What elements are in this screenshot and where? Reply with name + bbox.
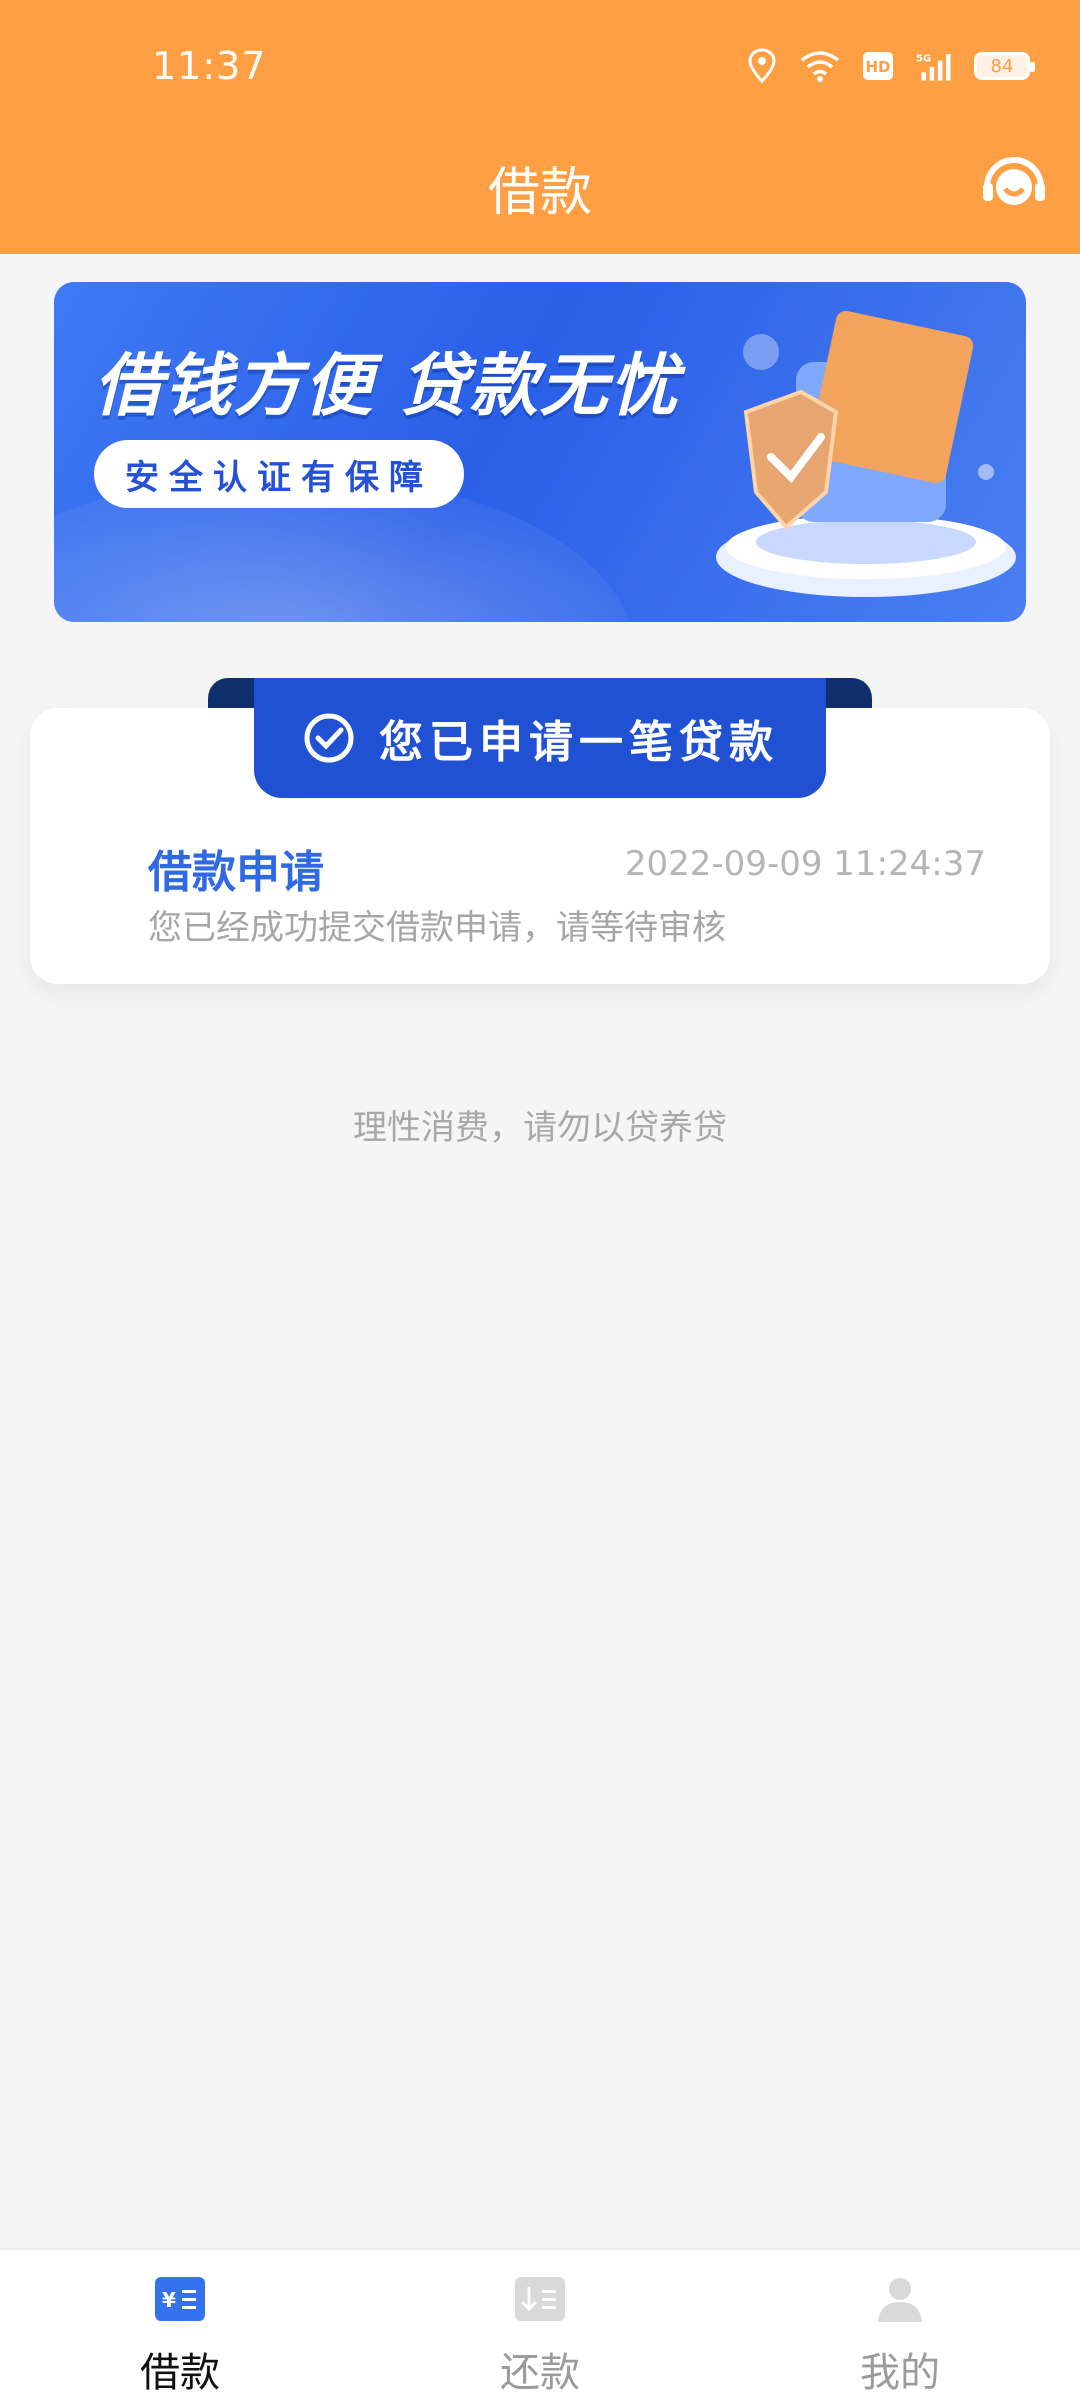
svg-text:5G: 5G	[916, 53, 931, 64]
status-icons: HD 5G 84	[742, 46, 1035, 86]
shield-folder-illustration-icon	[716, 310, 1016, 597]
page-title: 借款	[487, 163, 592, 223]
svg-text:¥: ¥	[162, 2288, 176, 2312]
customer-service-icon[interactable]	[976, 150, 1052, 216]
signal-5g-icon: 5G	[916, 46, 956, 86]
ribbon-text: 您已申请一笔贷款	[379, 717, 779, 768]
application-datetime: 2022-09-09 11:24:37	[624, 844, 986, 884]
hd-icon: HD	[858, 46, 898, 86]
wifi-icon	[800, 46, 840, 86]
loan-icon: ¥	[155, 2277, 205, 2321]
nav-label-repay: 还款	[500, 2350, 580, 2396]
banner-headline: 借钱方便 贷款无忧	[94, 347, 680, 426]
nav-label-profile: 我的	[860, 2350, 940, 2396]
profile-icon	[878, 2278, 922, 2322]
status-time: 11:37	[152, 44, 267, 88]
application-status-ribbon: 您已申请一笔贷款	[254, 678, 826, 798]
svg-text:HD: HD	[865, 58, 890, 76]
nav-item-profile[interactable]: 我的	[720, 2250, 1080, 2400]
application-description: 您已经成功提交借款申请，请等待审核	[148, 908, 726, 948]
banner-pill: 安全认证有保障	[94, 440, 464, 508]
promo-banner[interactable]: 借钱方便 贷款无忧 安全认证有保障	[54, 282, 1026, 622]
repay-icon	[515, 2277, 565, 2321]
nav-item-loan[interactable]: ¥ 借款	[0, 2250, 360, 2400]
nav-item-repay[interactable]: 还款	[360, 2250, 720, 2400]
header-bar: 11:37 HD 5G 84 借款	[0, 0, 1080, 254]
battery-indicator: 84	[974, 52, 1035, 80]
application-title: 借款申请	[148, 847, 324, 898]
check-circle-icon	[304, 713, 354, 763]
responsible-lending-notice: 理性消费，请勿以贷养贷	[353, 1108, 727, 1148]
status-bar: 11:37 HD 5G 84	[0, 0, 1080, 136]
bottom-navigation: ¥ 借款 还款 我的	[0, 2248, 1080, 2400]
nav-label-loan: 借款	[140, 2350, 220, 2396]
location-icon	[742, 46, 782, 86]
loan-screen: 11:37 HD 5G 84 借款 借钱方便 贷款无忧 安全认证有保障 您已申请…	[0, 0, 1080, 2400]
